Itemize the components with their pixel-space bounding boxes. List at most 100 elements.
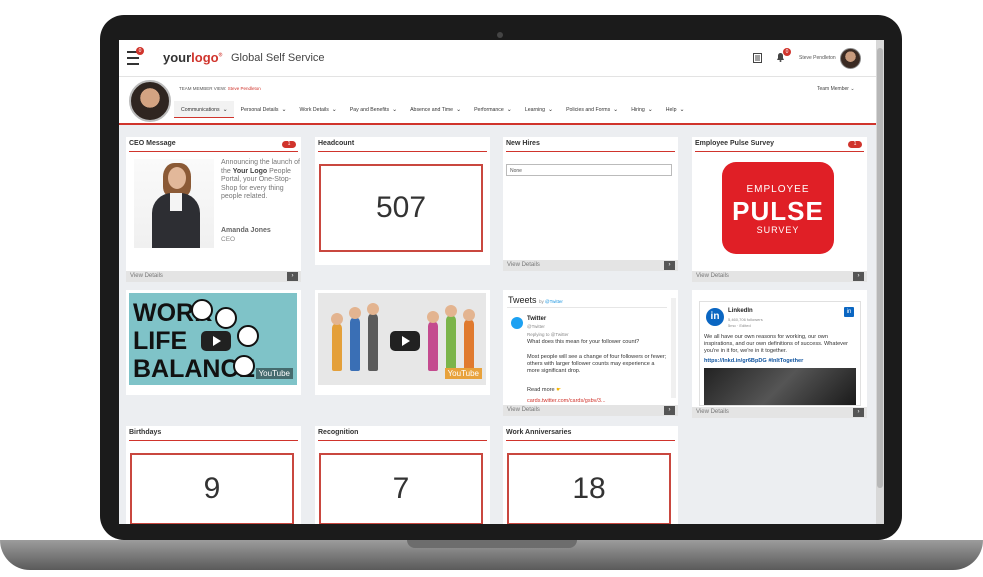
linkedin-logo-icon: in bbox=[706, 308, 724, 326]
birthdays-value: 9 bbox=[130, 453, 294, 524]
logo-mark: ® bbox=[218, 52, 223, 59]
nav-absence-and-time[interactable]: Absence and Time ⌄ bbox=[403, 101, 467, 117]
role-dropdown[interactable]: Team Member ⌄ bbox=[817, 86, 855, 92]
tweets-handle[interactable]: @Twitter bbox=[545, 299, 563, 304]
new-hires-widget: New Hires None View Details › bbox=[503, 137, 678, 271]
nav-learning[interactable]: Learning ⌄ bbox=[518, 101, 559, 117]
scroll-thumb[interactable] bbox=[877, 48, 883, 488]
linkedin-link[interactable]: https://lnkd.in/gr6BpDG #InItTogether bbox=[704, 358, 803, 364]
tweet-author[interactable]: Twitter bbox=[527, 316, 546, 322]
chevron-right-icon[interactable]: › bbox=[664, 406, 675, 415]
text-bold: Your Logo bbox=[232, 167, 268, 175]
pulse-line3: SURVEY bbox=[756, 225, 800, 235]
chevron-down-icon: ⌄ bbox=[331, 107, 337, 113]
nav-pay-and-benefits[interactable]: Pay and Benefits ⌄ bbox=[343, 101, 403, 117]
view-details-label: View Details bbox=[696, 409, 729, 415]
tweets-title: Tweets bbox=[508, 295, 537, 305]
chevron-down-icon: ⌄ bbox=[613, 107, 619, 113]
logo[interactable]: yourlogo® bbox=[163, 50, 222, 65]
tweet-link[interactable]: cards.twitter.com/cards/gsbv/3... bbox=[527, 398, 606, 404]
nav-help[interactable]: Help ⌄ bbox=[659, 101, 691, 117]
nav-label: Help bbox=[665, 107, 677, 113]
top-bar: 0 yourlogo® Global Self Service 0 Steve … bbox=[119, 40, 876, 77]
chevron-down-icon: ⌄ bbox=[647, 107, 653, 113]
pulse-survey-logo[interactable]: EMPLOYEE PULSE SURVEY bbox=[722, 162, 834, 254]
pulse-line2: PULSE bbox=[732, 196, 824, 226]
widget-title: Birthdays bbox=[129, 429, 162, 436]
view-details-bar[interactable]: View Details › bbox=[503, 260, 678, 271]
nav-hiring[interactable]: Hiring ⌄ bbox=[624, 101, 659, 117]
view-label: TEAM MEMBER VIEW: bbox=[179, 86, 227, 91]
view-details-label: View Details bbox=[507, 262, 540, 268]
tweet-read-more: Read more ☛ bbox=[527, 387, 667, 394]
youtube-logo: YouTube bbox=[255, 368, 293, 379]
chevron-down-icon: ⌄ bbox=[548, 107, 554, 113]
divider bbox=[506, 151, 675, 152]
headcount-value: 507 bbox=[319, 164, 483, 252]
clock-icon bbox=[215, 307, 237, 329]
work-anniversaries-widget: Work Anniversaries 18 bbox=[503, 426, 678, 524]
nav-work-details[interactable]: Work Details ⌄ bbox=[292, 101, 342, 117]
play-icon[interactable] bbox=[390, 331, 420, 351]
camera bbox=[497, 32, 503, 38]
tweets-by: by @Twitter bbox=[539, 299, 563, 304]
tweet-screen-name: @Twitter bbox=[527, 324, 545, 329]
linkedin-meta: 5mo · Edited bbox=[728, 323, 751, 328]
chevron-right-icon[interactable]: › bbox=[853, 408, 864, 417]
role-label: Team Member bbox=[817, 86, 849, 92]
avatar[interactable] bbox=[840, 48, 861, 69]
profile-avatar bbox=[129, 80, 171, 122]
chevron-down-icon: ⌄ bbox=[281, 107, 287, 113]
nav-label: Hiring bbox=[631, 107, 645, 113]
main-nav: Communications ⌄ Personal Details ⌄ Work D… bbox=[174, 101, 691, 118]
linkedin-widget: in in LinkedIn 5,460,706 followers 5mo ·… bbox=[692, 290, 867, 418]
tweets-header: Tweets by @Twitter bbox=[508, 295, 563, 305]
youtube-logo: YouTube bbox=[444, 368, 482, 379]
divider bbox=[507, 307, 667, 308]
team-member-view: TEAM MEMBER VIEW: Steve Pendleton bbox=[179, 86, 261, 91]
nav-label: Learning bbox=[524, 107, 546, 113]
linkedin-corner-icon[interactable]: in bbox=[844, 307, 854, 317]
logo-part1: your bbox=[163, 50, 192, 65]
new-hires-list: None bbox=[506, 164, 672, 176]
person-figure bbox=[331, 313, 343, 371]
view-details-bar[interactable]: View Details › bbox=[503, 405, 678, 416]
view-details-bar[interactable]: View Details › bbox=[692, 407, 867, 418]
view-details-bar[interactable]: View Details › bbox=[692, 271, 867, 282]
nav-policies-and-forms[interactable]: Policies and Forms ⌄ bbox=[559, 101, 624, 117]
scrollbar[interactable] bbox=[876, 40, 884, 524]
nav-label: Performance bbox=[474, 107, 504, 113]
nav-personal-details[interactable]: Personal Details ⌄ bbox=[234, 101, 293, 117]
chevron-right-icon[interactable]: › bbox=[287, 272, 298, 281]
nav-performance[interactable]: Performance ⌄ bbox=[467, 101, 518, 117]
nav-label: Absence and Time bbox=[410, 107, 454, 113]
linkedin-body: We all have our own reasons for working,… bbox=[704, 334, 848, 354]
read-more-label: Read more bbox=[527, 387, 555, 393]
user-name[interactable]: Steve Pendleton bbox=[799, 55, 836, 61]
chevron-right-icon[interactable]: › bbox=[853, 272, 864, 281]
view-details-label: View Details bbox=[130, 273, 163, 279]
app-title: Global Self Service bbox=[231, 52, 325, 64]
linkedin-name[interactable]: LinkedIn bbox=[728, 308, 753, 314]
video-thumbnail[interactable]: WORK LIFE BALANCE YouTube bbox=[129, 293, 297, 385]
play-icon[interactable] bbox=[201, 331, 231, 351]
bell-badge: 0 bbox=[783, 48, 791, 56]
view-name: Steve Pendleton bbox=[227, 86, 261, 91]
twitter-bird-icon bbox=[511, 317, 523, 329]
nav-label: Work Details bbox=[299, 107, 329, 113]
tweet-body: Most people will see a change of four fo… bbox=[527, 354, 667, 374]
widget-title: New Hires bbox=[506, 140, 540, 147]
anniversaries-value: 18 bbox=[507, 453, 671, 524]
ceo-name: Amanda Jones bbox=[221, 227, 271, 234]
ceo-message-widget: CEO Message 1 Announcing the launch of t… bbox=[126, 137, 301, 282]
document-icon[interactable] bbox=[753, 53, 762, 66]
ceo-role: CEO bbox=[221, 236, 236, 243]
tweets-scrollbar[interactable] bbox=[671, 298, 676, 398]
chevron-down-icon: ⌄ bbox=[506, 107, 512, 113]
divider bbox=[129, 440, 298, 441]
linkedin-post: in in LinkedIn 5,460,706 followers 5mo ·… bbox=[699, 301, 861, 406]
chevron-right-icon[interactable]: › bbox=[664, 261, 675, 270]
view-details-bar[interactable]: View Details › bbox=[126, 271, 301, 282]
video-thumbnail[interactable]: YouTube bbox=[318, 293, 486, 385]
nav-communications[interactable]: Communications ⌄ bbox=[174, 101, 234, 118]
